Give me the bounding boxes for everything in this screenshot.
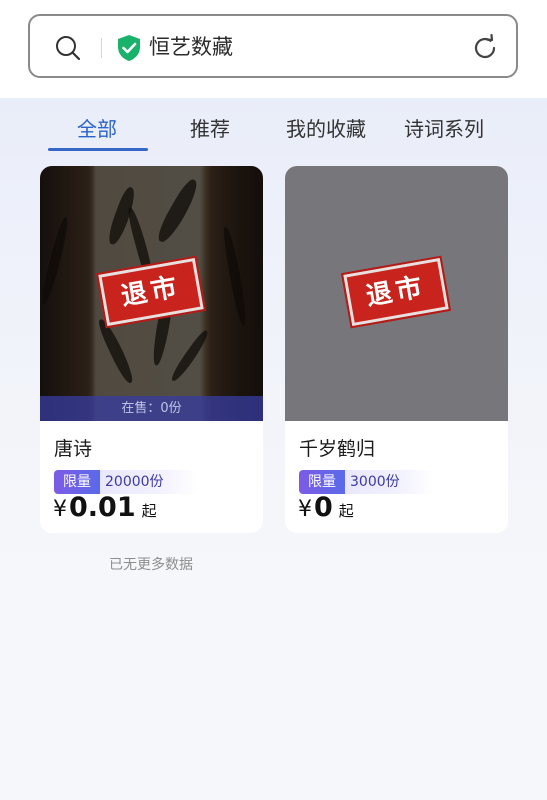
verified-shield-icon bbox=[118, 35, 140, 61]
search-icon[interactable] bbox=[55, 35, 81, 61]
card-title: 千岁鹤归 bbox=[299, 438, 376, 460]
top-bar: 恒艺数藏 bbox=[0, 0, 547, 98]
search-bar[interactable]: 恒艺数藏 bbox=[28, 14, 518, 78]
limit-tag: 限量 bbox=[54, 470, 100, 494]
card-image-placeholder: 退市 bbox=[285, 166, 508, 421]
limit-count: 20000份 bbox=[100, 470, 198, 494]
search-divider bbox=[101, 38, 102, 58]
limit-count: 3000份 bbox=[345, 470, 434, 494]
currency-symbol: ¥ bbox=[298, 497, 312, 522]
delisted-stamp: 退市 bbox=[341, 255, 451, 329]
collectible-card[interactable]: 退市 千岁鹤归 限量 3000份 ¥0 起 bbox=[285, 166, 508, 533]
tab-my-favorites[interactable]: 我的收藏 bbox=[286, 116, 366, 142]
price-suffix: 起 bbox=[141, 502, 157, 520]
price: ¥0.01 起 bbox=[53, 492, 157, 528]
price-value: 0 bbox=[314, 492, 333, 523]
price: ¥0 起 bbox=[298, 492, 354, 528]
collectible-card[interactable]: 退市 在售：0份 唐诗 限量 20000份 ¥0.01 起 bbox=[40, 166, 263, 533]
calligraphy-scroll-image: 退市 在售：0份 bbox=[40, 166, 263, 421]
price-value: 0.01 bbox=[69, 492, 136, 523]
tab-all[interactable]: 全部 bbox=[77, 116, 117, 142]
card-title: 唐诗 bbox=[54, 438, 93, 460]
refresh-icon[interactable] bbox=[471, 34, 499, 62]
on-sale-count: 在售：0份 bbox=[40, 396, 263, 421]
active-tab-indicator bbox=[48, 148, 148, 151]
currency-symbol: ¥ bbox=[53, 497, 67, 522]
tab-recommended[interactable]: 推荐 bbox=[190, 116, 230, 142]
tab-poetry-series[interactable]: 诗词系列 bbox=[404, 116, 484, 142]
no-more-data-text: 已无更多数据 bbox=[109, 557, 193, 573]
limit-tag: 限量 bbox=[299, 470, 345, 494]
site-name: 恒艺数藏 bbox=[149, 35, 233, 59]
price-suffix: 起 bbox=[338, 502, 354, 520]
